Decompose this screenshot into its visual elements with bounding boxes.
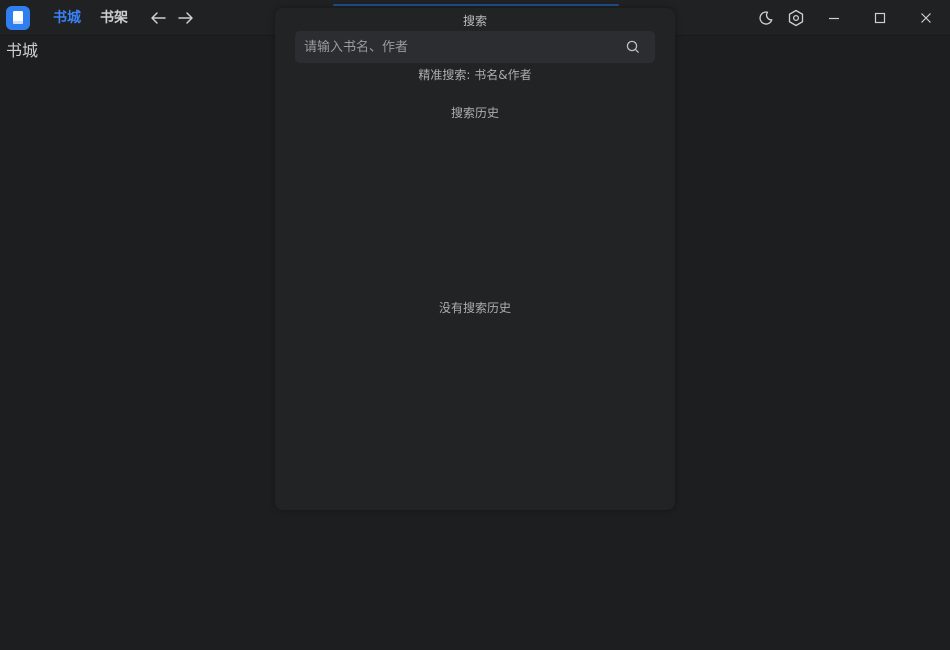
tab-bookstore[interactable]: 书城 [53,8,81,28]
maximize-icon[interactable] [868,6,892,30]
search-panel: 搜索 精准搜索: 书名&作者 搜索历史 没有搜索历史 [275,8,675,510]
search-history-title: 搜索历史 [450,106,499,120]
precise-search-hint: 精准搜索: 书名&作者 [418,68,532,82]
search-panel-title: 搜索 [462,14,487,28]
search-box[interactable] [295,31,655,63]
close-icon[interactable] [914,6,938,30]
search-history-empty: 没有搜索历史 [438,301,511,315]
search-icon[interactable] [625,39,641,55]
search-bar-edge [333,4,619,6]
arrow-right-icon[interactable] [174,6,198,30]
gear-icon[interactable] [784,6,808,30]
page-title: 书城 [6,41,39,60]
tab-bookshelf[interactable]: 书架 [100,8,128,28]
search-input[interactable] [295,31,615,63]
book-icon[interactable] [6,6,30,30]
arrow-left-icon[interactable] [146,6,170,30]
minimize-icon[interactable] [822,6,846,30]
moon-icon[interactable] [754,6,778,30]
